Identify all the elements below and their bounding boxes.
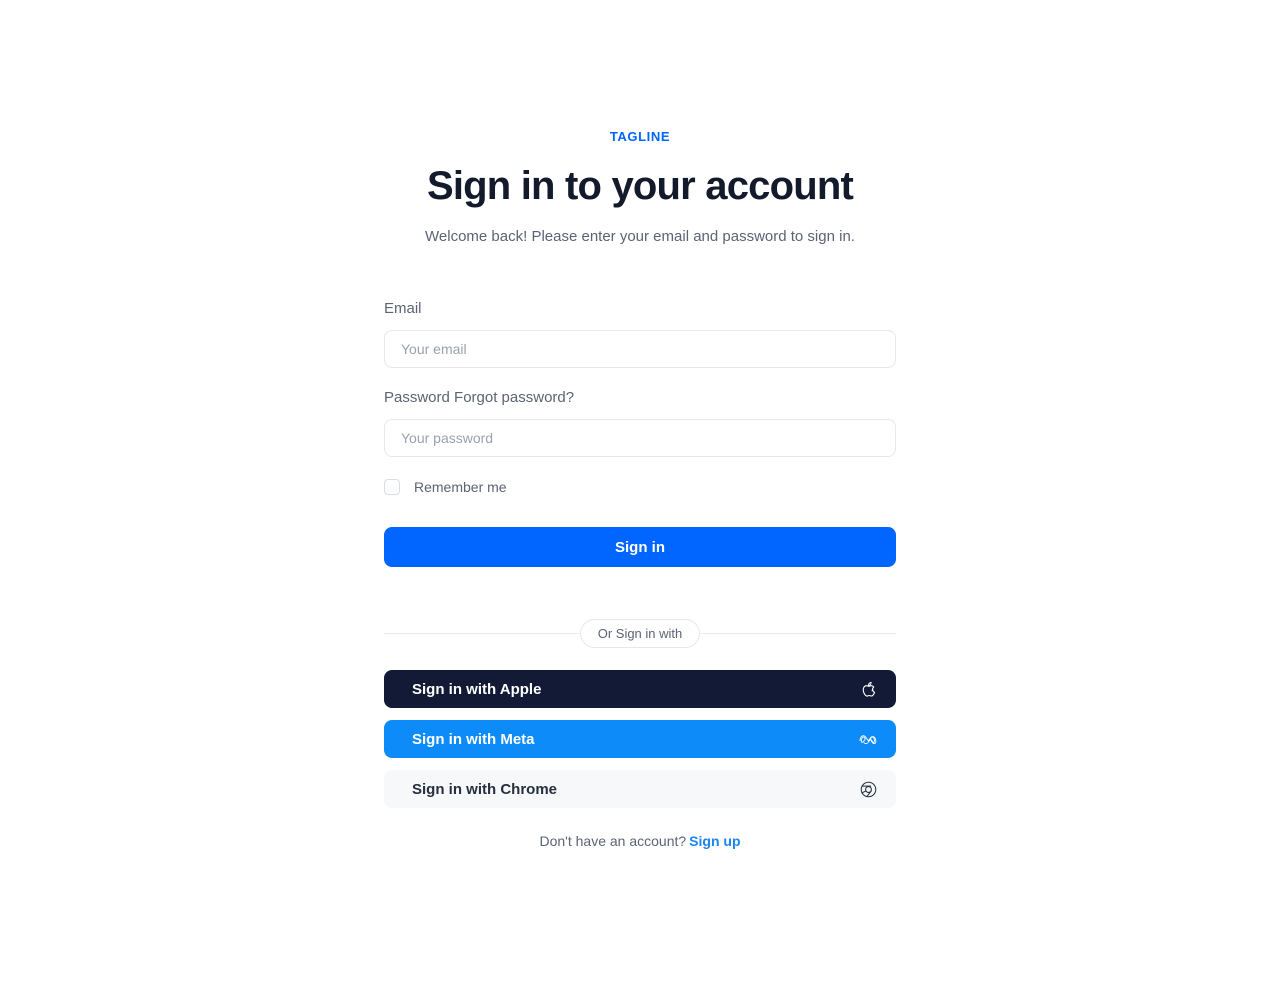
social-login-list: Sign in with Apple Sign in with Meta Sig… <box>384 670 896 808</box>
page-subtitle: Welcome back! Please enter your email an… <box>425 228 855 245</box>
apple-icon <box>859 680 877 698</box>
sign-up-link[interactable]: Sign up <box>689 833 740 849</box>
remember-me-row[interactable]: Remember me <box>384 478 896 496</box>
signin-page: TAGLINE Sign in to your account Welcome … <box>0 0 1280 1004</box>
auth-card: TAGLINE Sign in to your account Welcome … <box>384 128 896 850</box>
forgot-password-link[interactable]: Forgot password? <box>454 389 574 406</box>
password-field-group: Password Forgot password? <box>384 388 896 457</box>
password-label-text: Password <box>384 389 450 406</box>
email-input[interactable] <box>384 330 896 368</box>
remember-me-checkbox[interactable] <box>384 479 400 495</box>
chrome-button-label: Sign in with Chrome <box>412 780 557 798</box>
email-label: Email <box>384 300 422 317</box>
signin-form: Email Password Forgot password? Remember… <box>384 299 896 567</box>
remember-me-label: Remember me <box>414 479 507 495</box>
email-field-group: Email <box>384 299 896 368</box>
password-input[interactable] <box>384 419 896 457</box>
page-title: Sign in to your account <box>426 164 854 208</box>
signup-prompt: Don't have an account? Sign up <box>384 832 896 850</box>
social-divider: Or Sign in with <box>384 618 896 648</box>
sign-in-with-meta-button[interactable]: Sign in with Meta <box>384 720 896 758</box>
meta-icon <box>859 730 877 748</box>
signup-prompt-text: Don't have an account? <box>539 833 687 849</box>
apple-button-label: Sign in with Apple <box>412 680 542 698</box>
divider-label: Or Sign in with <box>579 618 701 648</box>
sign-in-button[interactable]: Sign in <box>384 527 896 567</box>
sign-in-with-apple-button[interactable]: Sign in with Apple <box>384 670 896 708</box>
tagline: TAGLINE <box>609 129 671 144</box>
meta-button-label: Sign in with Meta <box>412 730 535 748</box>
password-label: Password Forgot password? <box>384 388 896 408</box>
chrome-icon <box>859 780 877 798</box>
sign-in-with-chrome-button[interactable]: Sign in with Chrome <box>384 770 896 808</box>
